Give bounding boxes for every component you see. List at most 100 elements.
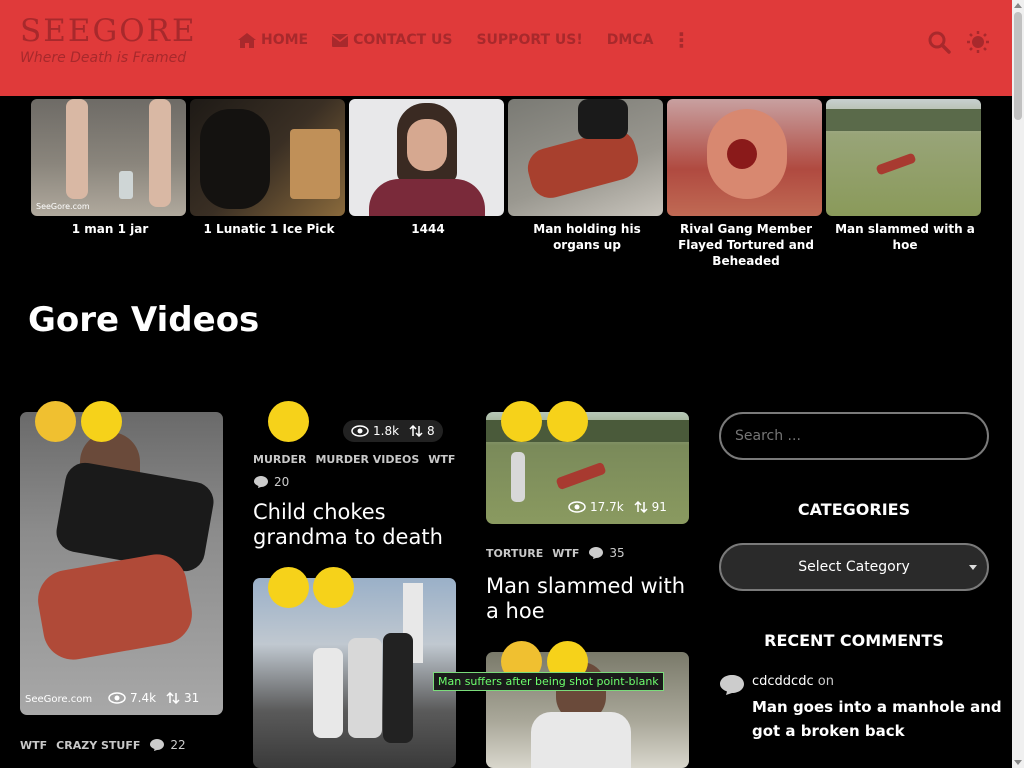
- tag-link[interactable]: CRAZY STUFF: [56, 739, 140, 752]
- site-logo[interactable]: SEEGORE Where Death is Framed: [20, 14, 197, 66]
- comment-author-line: cdcddcdc on: [752, 674, 834, 689]
- view-count: 7.4k: [130, 691, 157, 705]
- thumbnail-caption[interactable]: 1444: [349, 221, 507, 237]
- search-icon[interactable]: [927, 30, 951, 54]
- page-title: Gore Videos: [28, 300, 260, 340]
- featured-item[interactable]: Man slammed with a hoe: [826, 99, 984, 253]
- comment-count-value: 35: [609, 546, 625, 560]
- more-menu-icon[interactable]: ⋮: [671, 30, 691, 50]
- eye-icon: [108, 692, 126, 704]
- angry-emoji-icon: [268, 401, 309, 442]
- post-comments: 20: [253, 475, 289, 489]
- featured-strip: SeeGore.com 1 man 1 jar 1 Lunatic 1 Ice …: [28, 99, 988, 274]
- tag-link[interactable]: WTF: [428, 453, 455, 466]
- thumbnail-image[interactable]: SeeGore.com: [31, 99, 186, 216]
- comment-post-link[interactable]: Man goes into a manhole and got a broken…: [752, 695, 1002, 743]
- post-title[interactable]: Man slammed with a hoe: [486, 574, 696, 624]
- post-stats: 17.7k 91: [568, 500, 677, 514]
- thumbnail-caption[interactable]: Rival Gang Member Flayed Tortured and Be…: [667, 221, 825, 269]
- comment-icon: [720, 675, 744, 695]
- comment-count-value: 22: [170, 738, 186, 752]
- votes-icon: [166, 692, 180, 704]
- scroll-down-icon[interactable]: [1014, 760, 1022, 765]
- comment-count[interactable]: 20: [253, 475, 289, 489]
- vote-count: 91: [651, 500, 667, 514]
- thumbnail-image[interactable]: [826, 99, 981, 216]
- search-input[interactable]: [719, 412, 989, 460]
- nav-home[interactable]: HOME: [238, 32, 308, 48]
- comment-icon: [150, 739, 165, 751]
- thumbnail-image[interactable]: [349, 99, 504, 216]
- votes-icon: [634, 501, 648, 513]
- nav-dmca[interactable]: DMCA: [607, 32, 654, 48]
- sun-icon[interactable]: [966, 30, 990, 54]
- view-count: 17.7k: [590, 500, 624, 514]
- tag-link[interactable]: WTF: [552, 547, 579, 560]
- comment-icon: [254, 476, 268, 488]
- nav-home-label: HOME: [261, 32, 309, 48]
- torn-edge-divider: [0, 84, 1024, 95]
- nav-dmca-label: DMCA: [606, 32, 654, 48]
- featured-item[interactable]: Man holding his organs up: [508, 99, 666, 253]
- chevron-down-icon: [969, 565, 977, 570]
- comment-on-label: on: [817, 674, 834, 689]
- comment-icon: [589, 547, 604, 559]
- page-scrollbar[interactable]: [1012, 0, 1024, 768]
- main-nav: HOME CONTACT US SUPPORT US! DMCA ⋮: [238, 30, 691, 50]
- featured-item[interactable]: Rival Gang Member Flayed Tortured and Be…: [667, 99, 825, 269]
- dizzy-emoji-icon: [501, 401, 542, 442]
- vote-count: 8: [427, 424, 435, 438]
- home-icon: [238, 32, 256, 48]
- site-tagline: Where Death is Framed: [20, 50, 187, 66]
- featured-item[interactable]: 1444: [349, 99, 507, 237]
- post-tags: MURDER MURDER VIDEOS WTF: [253, 453, 464, 466]
- nav-contact[interactable]: CONTACT US: [332, 32, 452, 48]
- comment-count[interactable]: 22: [149, 738, 186, 752]
- nav-support-label: SUPPORT US!: [476, 32, 583, 48]
- thumbnail-image[interactable]: [190, 99, 345, 216]
- site-header: SEEGORE Where Death is Framed HOME CONTA…: [0, 0, 1024, 96]
- vote-count: 31: [184, 691, 200, 705]
- post-thumbnail[interactable]: SeeGore.com: [20, 412, 223, 715]
- crying-emoji-icon: [268, 567, 309, 608]
- category-select[interactable]: Select Category: [719, 543, 989, 591]
- votes-icon: [409, 425, 423, 437]
- thumbnail-caption[interactable]: Man holding his organs up: [508, 221, 666, 253]
- cool-emoji-icon: [547, 401, 588, 442]
- watermark: SeeGore.com: [25, 694, 93, 705]
- envelope-icon: [332, 33, 349, 47]
- featured-item[interactable]: SeeGore.com 1 man 1 jar: [31, 99, 189, 237]
- categories-heading: CATEGORIES: [797, 500, 911, 519]
- scroll-up-icon[interactable]: [1014, 3, 1022, 8]
- category-select-value: Select Category: [798, 559, 910, 575]
- tag-link[interactable]: MURDER: [253, 453, 306, 466]
- post-tags: WTF CRAZY STUFF 22: [20, 738, 186, 752]
- post-tags: TORTURE WTF 35: [486, 546, 625, 560]
- hover-tooltip: Man suffers after being shot point-blank: [433, 672, 664, 691]
- tag-link[interactable]: WTF: [20, 739, 47, 752]
- cat-emoji-icon: [35, 401, 76, 442]
- eye-icon: [568, 501, 586, 513]
- nav-contact-label: CONTACT US: [353, 32, 453, 48]
- thumbnail-image[interactable]: [667, 99, 822, 216]
- thumbnail-image[interactable]: [508, 99, 663, 216]
- thumbnail-caption[interactable]: Man slammed with a hoe: [826, 221, 984, 253]
- comment-count[interactable]: 35: [588, 546, 625, 560]
- thumbnail-caption[interactable]: 1 man 1 jar: [31, 221, 189, 237]
- scrollbar-thumb[interactable]: [1014, 12, 1022, 120]
- comment-author[interactable]: cdcddcdc: [752, 674, 814, 689]
- tag-link[interactable]: TORTURE: [486, 547, 543, 560]
- site-title[interactable]: SEEGORE: [20, 14, 197, 48]
- comment-count-value: 20: [274, 475, 290, 489]
- watermark: SeeGore.com: [36, 202, 90, 211]
- cool-emoji-icon: [81, 401, 122, 442]
- view-count: 1.8k: [373, 424, 400, 438]
- thumbnail-caption[interactable]: 1 Lunatic 1 Ice Pick: [190, 221, 348, 237]
- nav-support[interactable]: SUPPORT US!: [476, 32, 582, 48]
- post-title[interactable]: Child chokes grandma to death: [253, 500, 453, 550]
- post-stats: 1.8k 8: [343, 420, 443, 442]
- eye-icon: [351, 425, 369, 437]
- recent-comments-heading: RECENT COMMENTS: [764, 631, 944, 650]
- tag-link[interactable]: MURDER VIDEOS: [315, 453, 419, 466]
- featured-item[interactable]: 1 Lunatic 1 Ice Pick: [190, 99, 348, 237]
